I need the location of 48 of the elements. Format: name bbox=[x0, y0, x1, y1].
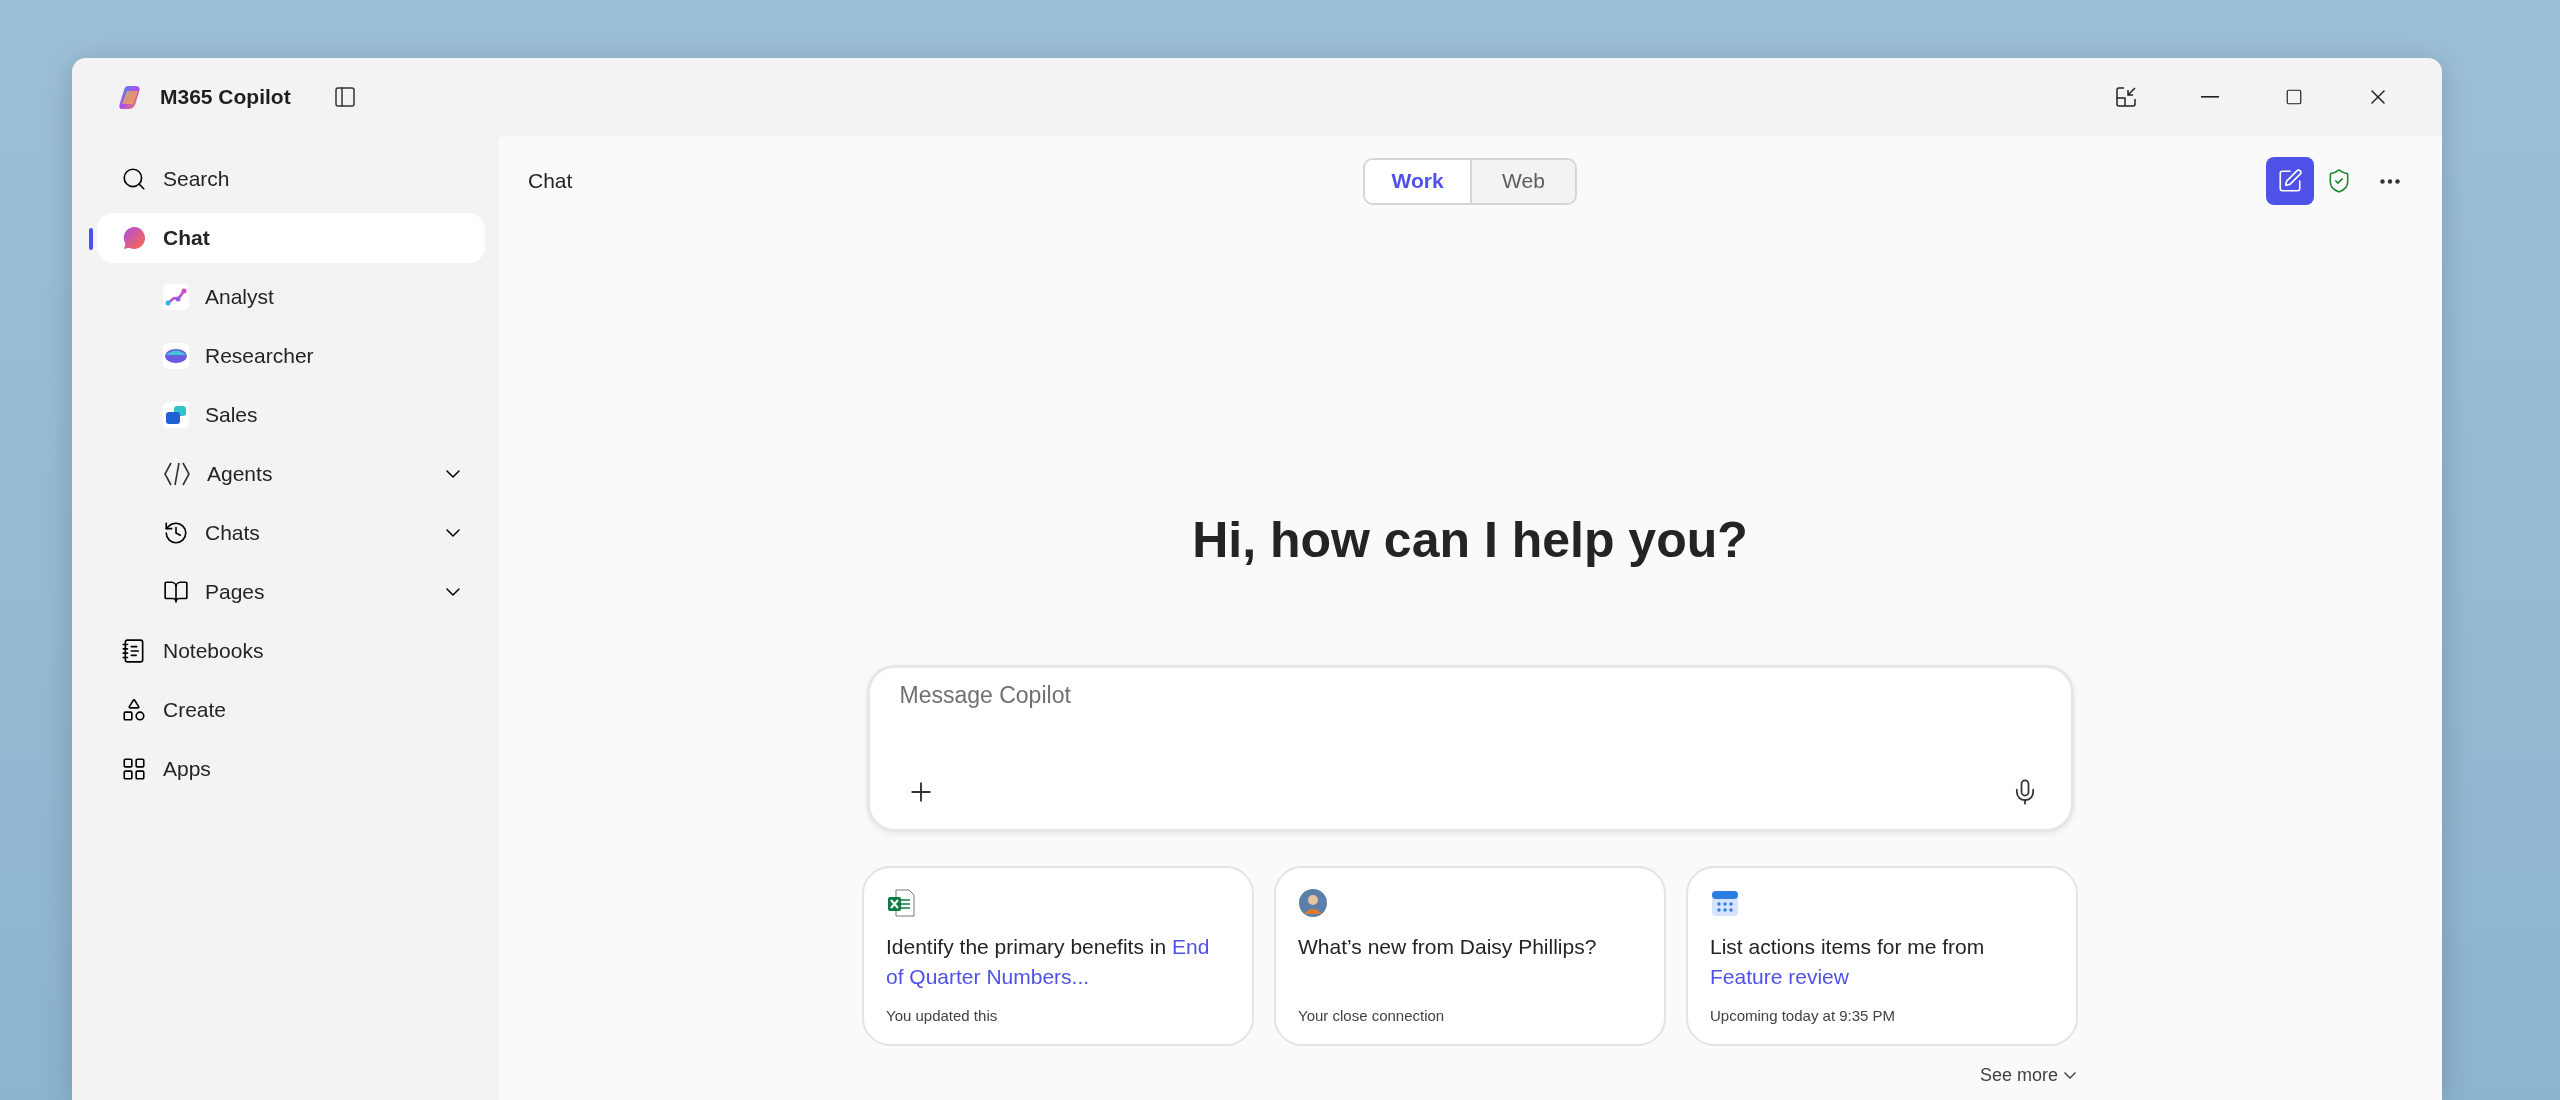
agent-nav-item[interactable]: Analyst bbox=[97, 272, 485, 322]
chat-bubble-icon bbox=[121, 225, 147, 251]
compact-view-icon bbox=[2114, 85, 2138, 109]
agent-nav-item[interactable]: Chats bbox=[97, 508, 485, 558]
apps-grid-icon bbox=[121, 756, 147, 782]
suggestion-caption: You updated this bbox=[886, 1007, 999, 1024]
mode-tab[interactable]: Web bbox=[1470, 159, 1575, 203]
minimize-icon bbox=[2201, 96, 2219, 98]
suggestion-caption: Upcoming today at 9:35 PM bbox=[1710, 1007, 1897, 1024]
more-icon bbox=[2380, 178, 2400, 184]
selected-indicator bbox=[89, 228, 93, 250]
maximize-icon bbox=[2285, 88, 2303, 106]
analyst-icon bbox=[163, 284, 189, 310]
app-title: M365 Copilot bbox=[160, 85, 291, 109]
suggestion-caption: Your close connection bbox=[1298, 1007, 1446, 1024]
suggestion-card[interactable]: List actions items for me from Feature review Upcoming today at 9:35 PM bbox=[1686, 866, 2078, 1046]
sales-icon bbox=[163, 402, 189, 428]
page-title: Chat bbox=[528, 169, 573, 193]
sidebar-item[interactable]: Search bbox=[97, 154, 485, 204]
agent-nav-item[interactable]: Pages bbox=[97, 567, 485, 617]
code-brackets-icon bbox=[163, 460, 191, 488]
see-more-button[interactable]: See more bbox=[1973, 1064, 2082, 1087]
sidebar-item[interactable]: Notebooks bbox=[97, 626, 485, 676]
chevron-down-icon bbox=[2064, 1072, 2076, 1079]
sidebar-item[interactable]: Create bbox=[97, 685, 485, 735]
agent-nav-item[interactable]: Agents bbox=[97, 449, 485, 499]
search-icon bbox=[121, 166, 147, 192]
sidebar-panel-icon bbox=[332, 85, 357, 109]
history-icon bbox=[163, 520, 189, 546]
avatar-icon bbox=[1298, 888, 1328, 918]
suggestion-card[interactable]: What’s new from Daisy Phillips? Your close connection bbox=[1274, 866, 1666, 1046]
agent-nav-item[interactable]: Researcher bbox=[97, 331, 485, 381]
researcher-icon bbox=[163, 343, 189, 369]
new-chat-button[interactable] bbox=[2266, 157, 2314, 205]
message-input[interactable]: Message Copilot bbox=[899, 682, 2045, 709]
suggestion-prompt: List actions items for me from Feature review bbox=[1710, 934, 1986, 990]
suggestion-prompt: Identify the primary benefits in End of Quarter Numbers... bbox=[886, 934, 1211, 990]
shapes-icon bbox=[121, 697, 147, 723]
suggestion-prompt: What’s new from Daisy Phillips? bbox=[1298, 934, 1598, 960]
greeting-heading: Hi, how can I help you? bbox=[1192, 511, 1748, 570]
agent-nav-item[interactable]: Sales bbox=[97, 390, 485, 440]
new-chat-icon bbox=[2277, 168, 2303, 194]
sidebar-item[interactable]: Apps bbox=[97, 744, 485, 794]
suggestion-card[interactable]: Identify the primary benefits in End of Quarter Numbers... You updated this bbox=[862, 866, 1254, 1046]
calendar-icon bbox=[1710, 888, 1740, 918]
pages-icon bbox=[163, 579, 189, 605]
mode-tab[interactable]: Work bbox=[1365, 159, 1470, 203]
spreadsheet-icon bbox=[886, 888, 916, 918]
